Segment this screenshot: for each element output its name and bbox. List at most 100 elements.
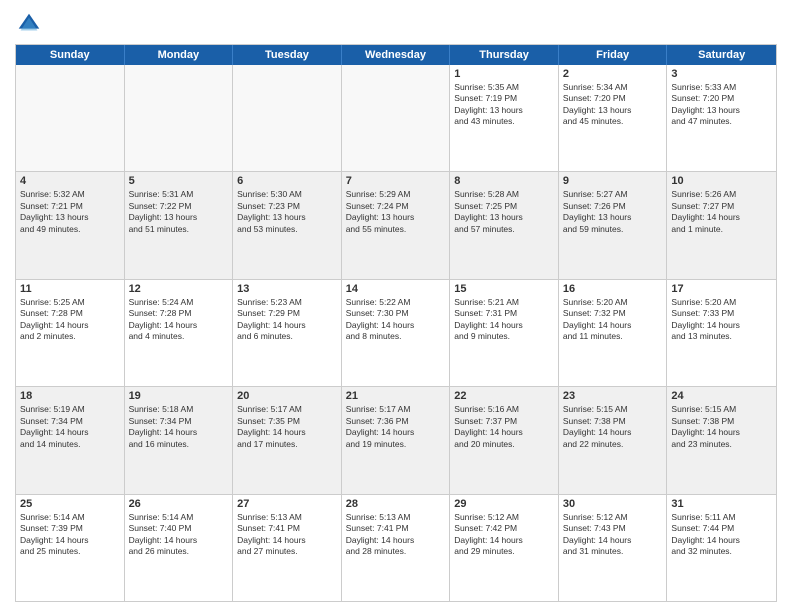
weekday-header-thursday: Thursday <box>450 45 559 65</box>
cell-info-text: Sunrise: 5:13 AM Sunset: 7:41 PM Dayligh… <box>237 512 337 558</box>
calendar-cell-day-25: 25Sunrise: 5:14 AM Sunset: 7:39 PM Dayli… <box>16 495 125 601</box>
day-number: 12 <box>129 283 229 295</box>
day-number: 5 <box>129 175 229 187</box>
weekday-header-tuesday: Tuesday <box>233 45 342 65</box>
weekday-header-wednesday: Wednesday <box>342 45 451 65</box>
calendar-cell-day-24: 24Sunrise: 5:15 AM Sunset: 7:38 PM Dayli… <box>667 387 776 493</box>
calendar-cell-day-19: 19 Sunrise: 5:18 AM Sunset: 7:34 PM Dayli… <box>125 387 234 493</box>
cell-info-text: Sunrise: 5:34 AM Sunset: 7:20 PM Dayligh… <box>563 82 663 128</box>
weekday-header-friday: Friday <box>559 45 668 65</box>
calendar-cell-day-18: 18 Sunrise: 5:19 AM Sunset: 7:34 PM Dayli… <box>16 387 125 493</box>
cell-info-text: Sunrise: 5:21 AM Sunset: 7:31 PM Dayligh… <box>454 297 554 343</box>
calendar-cell-day-3: 3 Sunrise: 5:33 AM Sunset: 7:20 PM Daylig… <box>667 65 776 171</box>
calendar-cell-day-13: 13 Sunrise: 5:23 AM Sunset: 7:29 PM Dayli… <box>233 280 342 386</box>
cell-info-text: Sunrise: 5:33 AM Sunset: 7:20 PM Dayligh… <box>671 82 772 128</box>
day-number: 6 <box>237 175 337 187</box>
header <box>15 10 777 38</box>
day-number: 17 <box>671 283 772 295</box>
calendar-cell-day-16: 16 Sunrise: 5:20 AM Sunset: 7:32 PM Dayli… <box>559 280 668 386</box>
cell-info-text: Sunrise: 5:13 AM Sunset: 7:41 PM Dayligh… <box>346 512 446 558</box>
day-number: 8 <box>454 175 554 187</box>
weekday-header-saturday: Saturday <box>667 45 776 65</box>
calendar-cell-day-22: 22 Sunrise: 5:16 AM Sunset: 7:37 PM Dayli… <box>450 387 559 493</box>
cell-info-text: Sunrise: 5:15 AM Sunset: 7:38 PM Dayligh… <box>671 404 772 450</box>
calendar-body: 1Sunrise: 5:35 AM Sunset: 7:19 PM Daylig… <box>16 65 776 601</box>
cell-info-text: Sunrise: 5:24 AM Sunset: 7:28 PM Dayligh… <box>129 297 229 343</box>
logo-icon <box>15 10 43 38</box>
calendar-row-1: 4 Sunrise: 5:32 AM Sunset: 7:21 PM Daylig… <box>16 172 776 279</box>
day-number: 14 <box>346 283 446 295</box>
cell-info-text: Sunrise: 5:17 AM Sunset: 7:35 PM Dayligh… <box>237 404 337 450</box>
calendar-cell-day-23: 23 Sunrise: 5:15 AM Sunset: 7:38 PM Dayli… <box>559 387 668 493</box>
cell-info-text: Sunrise: 5:20 AM Sunset: 7:33 PM Dayligh… <box>671 297 772 343</box>
day-number: 2 <box>563 68 663 80</box>
day-number: 19 <box>129 390 229 402</box>
cell-info-text: Sunrise: 5:31 AM Sunset: 7:22 PM Dayligh… <box>129 189 229 235</box>
day-number: 7 <box>346 175 446 187</box>
calendar-cell-empty <box>342 65 451 171</box>
calendar-cell-day-17: 17 Sunrise: 5:20 AM Sunset: 7:33 PM Dayli… <box>667 280 776 386</box>
page: SundayMondayTuesdayWednesdayThursdayFrid… <box>0 0 792 612</box>
day-number: 16 <box>563 283 663 295</box>
day-number: 21 <box>346 390 446 402</box>
calendar-cell-day-6: 6 Sunrise: 5:30 AM Sunset: 7:23 PM Daylig… <box>233 172 342 278</box>
calendar-cell-day-9: 9Sunrise: 5:27 AM Sunset: 7:26 PM Daylig… <box>559 172 668 278</box>
calendar-cell-day-8: 8 Sunrise: 5:28 AM Sunset: 7:25 PM Daylig… <box>450 172 559 278</box>
day-number: 13 <box>237 283 337 295</box>
cell-info-text: Sunrise: 5:23 AM Sunset: 7:29 PM Dayligh… <box>237 297 337 343</box>
day-number: 10 <box>671 175 772 187</box>
day-number: 11 <box>20 283 120 295</box>
calendar-row-3: 18 Sunrise: 5:19 AM Sunset: 7:34 PM Dayli… <box>16 387 776 494</box>
cell-info-text: Sunrise: 5:19 AM Sunset: 7:34 PM Dayligh… <box>20 404 120 450</box>
calendar-row-0: 1Sunrise: 5:35 AM Sunset: 7:19 PM Daylig… <box>16 65 776 172</box>
calendar-cell-day-14: 14 Sunrise: 5:22 AM Sunset: 7:30 PM Dayli… <box>342 280 451 386</box>
cell-info-text: Sunrise: 5:27 AM Sunset: 7:26 PM Dayligh… <box>563 189 663 235</box>
cell-info-text: Sunrise: 5:32 AM Sunset: 7:21 PM Dayligh… <box>20 189 120 235</box>
day-number: 27 <box>237 498 337 510</box>
day-number: 28 <box>346 498 446 510</box>
cell-info-text: Sunrise: 5:26 AM Sunset: 7:27 PM Dayligh… <box>671 189 772 235</box>
calendar-cell-day-12: 12 Sunrise: 5:24 AM Sunset: 7:28 PM Dayli… <box>125 280 234 386</box>
day-number: 23 <box>563 390 663 402</box>
calendar-cell-day-26: 26Sunrise: 5:14 AM Sunset: 7:40 PM Dayli… <box>125 495 234 601</box>
day-number: 18 <box>20 390 120 402</box>
cell-info-text: Sunrise: 5:15 AM Sunset: 7:38 PM Dayligh… <box>563 404 663 450</box>
calendar-cell-day-5: 5 Sunrise: 5:31 AM Sunset: 7:22 PM Daylig… <box>125 172 234 278</box>
calendar-row-4: 25Sunrise: 5:14 AM Sunset: 7:39 PM Dayli… <box>16 495 776 601</box>
weekday-header-sunday: Sunday <box>16 45 125 65</box>
calendar-cell-day-7: 7 Sunrise: 5:29 AM Sunset: 7:24 PM Daylig… <box>342 172 451 278</box>
day-number: 3 <box>671 68 772 80</box>
calendar-cell-day-28: 28 Sunrise: 5:13 AM Sunset: 7:41 PM Dayli… <box>342 495 451 601</box>
calendar-cell-empty <box>16 65 125 171</box>
calendar-cell-empty <box>233 65 342 171</box>
calendar-cell-day-20: 20 Sunrise: 5:17 AM Sunset: 7:35 PM Dayli… <box>233 387 342 493</box>
calendar-cell-day-21: 21Sunrise: 5:17 AM Sunset: 7:36 PM Dayli… <box>342 387 451 493</box>
calendar-cell-day-4: 4 Sunrise: 5:32 AM Sunset: 7:21 PM Daylig… <box>16 172 125 278</box>
calendar-cell-day-2: 2 Sunrise: 5:34 AM Sunset: 7:20 PM Daylig… <box>559 65 668 171</box>
cell-info-text: Sunrise: 5:11 AM Sunset: 7:44 PM Dayligh… <box>671 512 772 558</box>
cell-info-text: Sunrise: 5:16 AM Sunset: 7:37 PM Dayligh… <box>454 404 554 450</box>
calendar-cell-day-30: 30Sunrise: 5:12 AM Sunset: 7:43 PM Dayli… <box>559 495 668 601</box>
day-number: 20 <box>237 390 337 402</box>
day-number: 29 <box>454 498 554 510</box>
calendar-header: SundayMondayTuesdayWednesdayThursdayFrid… <box>16 45 776 65</box>
cell-info-text: Sunrise: 5:14 AM Sunset: 7:39 PM Dayligh… <box>20 512 120 558</box>
cell-info-text: Sunrise: 5:22 AM Sunset: 7:30 PM Dayligh… <box>346 297 446 343</box>
cell-info-text: Sunrise: 5:18 AM Sunset: 7:34 PM Dayligh… <box>129 404 229 450</box>
cell-info-text: Sunrise: 5:30 AM Sunset: 7:23 PM Dayligh… <box>237 189 337 235</box>
cell-info-text: Sunrise: 5:28 AM Sunset: 7:25 PM Dayligh… <box>454 189 554 235</box>
logo <box>15 10 47 38</box>
calendar-cell-day-10: 10 Sunrise: 5:26 AM Sunset: 7:27 PM Dayli… <box>667 172 776 278</box>
calendar-cell-day-1: 1Sunrise: 5:35 AM Sunset: 7:19 PM Daylig… <box>450 65 559 171</box>
day-number: 4 <box>20 175 120 187</box>
calendar-row-2: 11 Sunrise: 5:25 AM Sunset: 7:28 PM Dayli… <box>16 280 776 387</box>
calendar-cell-day-15: 15Sunrise: 5:21 AM Sunset: 7:31 PM Dayli… <box>450 280 559 386</box>
calendar-cell-empty <box>125 65 234 171</box>
cell-info-text: Sunrise: 5:29 AM Sunset: 7:24 PM Dayligh… <box>346 189 446 235</box>
cell-info-text: Sunrise: 5:25 AM Sunset: 7:28 PM Dayligh… <box>20 297 120 343</box>
cell-info-text: Sunrise: 5:20 AM Sunset: 7:32 PM Dayligh… <box>563 297 663 343</box>
calendar-cell-day-11: 11 Sunrise: 5:25 AM Sunset: 7:28 PM Dayli… <box>16 280 125 386</box>
calendar-cell-day-31: 31Sunrise: 5:11 AM Sunset: 7:44 PM Dayli… <box>667 495 776 601</box>
cell-info-text: Sunrise: 5:35 AM Sunset: 7:19 PM Dayligh… <box>454 82 554 128</box>
day-number: 22 <box>454 390 554 402</box>
